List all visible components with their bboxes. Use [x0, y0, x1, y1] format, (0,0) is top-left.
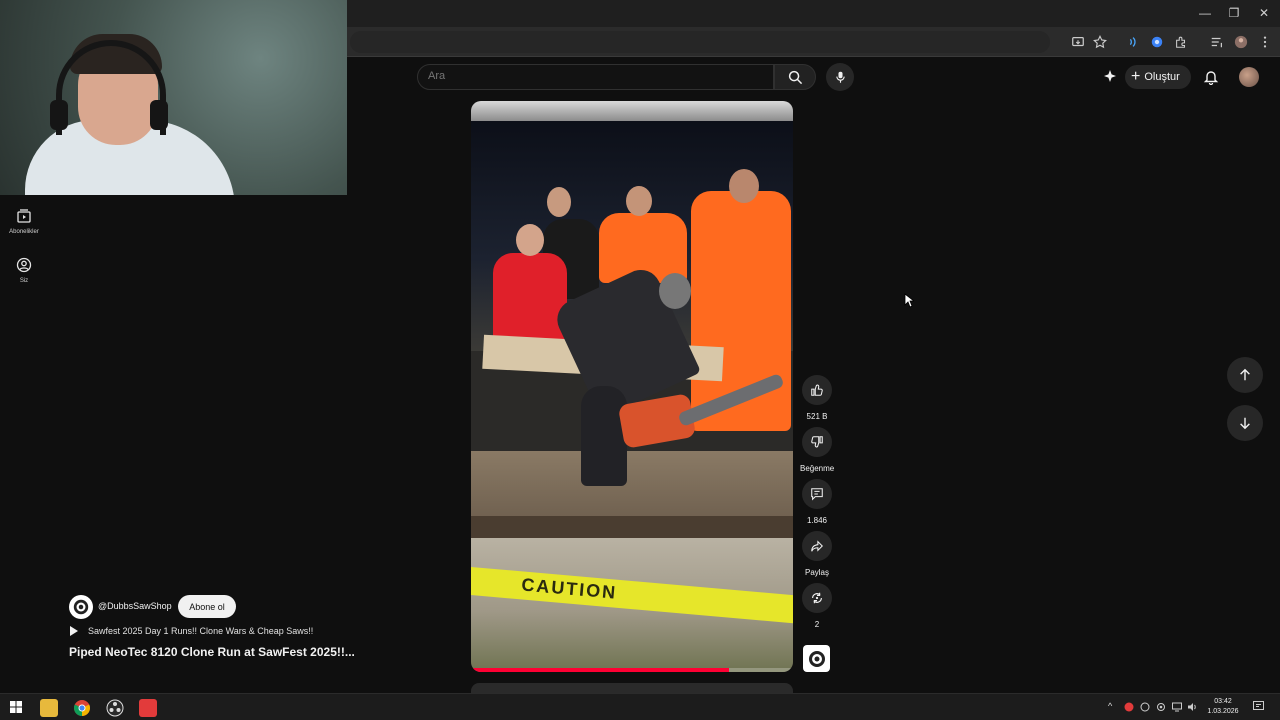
share-action[interactable]: Paylaş — [800, 531, 834, 577]
profile-avatar-icon[interactable] — [1232, 33, 1250, 51]
sidebar-item-label: Abonelikler — [9, 229, 39, 235]
scene-spectator-red — [493, 253, 567, 343]
scene-spectator-head — [729, 169, 759, 203]
notification-center-icon[interactable] — [1253, 701, 1264, 712]
scene-spectator-head — [516, 224, 544, 256]
scene-operator-legs — [581, 386, 627, 486]
media-queue-icon[interactable] — [1208, 33, 1226, 51]
comments-button[interactable] — [802, 479, 832, 509]
like-button[interactable] — [802, 375, 832, 405]
channel-handle[interactable]: @DubbsSawShop — [98, 601, 172, 611]
create-label: Oluştur — [1144, 71, 1180, 83]
scene-deck-edge — [471, 516, 793, 538]
channel-logo-icon — [73, 599, 89, 615]
microphone-icon — [835, 71, 845, 83]
remix-action[interactable]: 2 — [800, 583, 834, 629]
search-button[interactable] — [774, 64, 816, 90]
video-title[interactable]: Piped NeoTec 8120 Clone Run at SawFest 2… — [69, 645, 355, 659]
sidebar-item-you[interactable]: Siz — [0, 257, 48, 284]
tray-record-icon[interactable] — [1124, 702, 1134, 712]
comment-icon — [811, 488, 823, 501]
remix-icon — [812, 592, 822, 604]
restore-button[interactable]: ❐ — [1219, 5, 1249, 21]
ai-sparkle-icon[interactable] — [1099, 66, 1121, 88]
play-icon — [70, 626, 78, 636]
webcam-headset-ear-left — [50, 100, 68, 130]
subscriptions-icon — [17, 209, 31, 223]
search-box[interactable] — [417, 64, 774, 90]
voice-search-button[interactable] — [826, 63, 854, 91]
comment-count: 1.846 — [806, 516, 828, 525]
like-count: 521 B — [806, 412, 828, 421]
caution-tape-text: CAUTION — [520, 574, 619, 603]
tray-settings-icon[interactable] — [1156, 702, 1166, 712]
share-arrow-icon — [811, 540, 823, 552]
tray-app-icon[interactable] — [1140, 702, 1150, 712]
share-label: Paylaş — [804, 568, 829, 577]
network-icon[interactable] — [1172, 702, 1182, 712]
clock-time: 03:42 — [1214, 698, 1232, 705]
subscribe-button[interactable]: Abone ol — [178, 595, 236, 618]
plus-icon: + — [1131, 68, 1141, 85]
webcam-overlay — [0, 0, 347, 195]
channel-avatar[interactable] — [69, 595, 93, 619]
volume-icon[interactable] — [1187, 702, 1198, 712]
windows-start-icon[interactable] — [10, 701, 22, 713]
read-aloud-icon[interactable] — [1124, 33, 1142, 51]
shorts-video-player[interactable]: CAUTION — [471, 101, 793, 672]
search-icon — [788, 70, 802, 84]
thumbs-down-icon — [811, 436, 823, 448]
scene-operator-head — [659, 273, 691, 309]
chrome-icon[interactable] — [73, 699, 91, 717]
sidebar-item-label: Siz — [19, 278, 29, 284]
obs-icon[interactable] — [106, 699, 124, 717]
dislike-button[interactable] — [802, 427, 832, 457]
scene-deck — [471, 451, 793, 521]
system-clock[interactable]: 03:42 1.03.2026 — [1200, 697, 1246, 717]
windows-taskbar: ^ 03:42 1.03.2026 — [0, 693, 1280, 720]
create-button[interactable]: + Oluştur — [1125, 65, 1191, 89]
arrow-down-icon — [1240, 417, 1250, 430]
minimize-button[interactable]: — — [1190, 5, 1220, 21]
mouse-cursor-icon — [904, 293, 914, 308]
scene-spectator-head — [626, 186, 652, 216]
dislike-action[interactable]: Beğenme — [800, 427, 834, 473]
clock-date: 1.03.2026 — [1207, 708, 1239, 715]
like-action[interactable]: 521 B — [800, 375, 834, 421]
address-field[interactable] — [350, 31, 1050, 53]
remix-button[interactable] — [802, 583, 832, 613]
share-button[interactable] — [802, 531, 832, 561]
video-progress-fill — [471, 668, 729, 672]
close-window-button[interactable]: ✕ — [1249, 5, 1279, 21]
remix-count: 2 — [814, 620, 820, 629]
sidebar-item-subscriptions[interactable]: Abonelikler — [0, 208, 48, 235]
extension-blue-icon[interactable] — [1148, 33, 1166, 51]
you-icon — [16, 257, 32, 273]
channel-thumbnail[interactable] — [803, 645, 830, 672]
comments-action[interactable]: 1.846 — [800, 479, 834, 525]
arrow-up-icon — [1240, 368, 1250, 381]
browser-menu-icon[interactable] — [1256, 33, 1274, 51]
account-avatar[interactable] — [1239, 67, 1259, 87]
playlist-title: Sawfest 2025 Day 1 Runs!! Clone Wars & C… — [88, 626, 314, 636]
install-app-icon[interactable] — [1069, 33, 1087, 51]
channel-logo-icon — [808, 650, 825, 667]
playlist-link[interactable]: Sawfest 2025 Day 1 Runs!! Clone Wars & C… — [70, 626, 313, 636]
webcam-headset-ear-right — [150, 100, 168, 130]
thumbs-up-icon — [811, 384, 823, 396]
video-progress-bar[interactable] — [471, 668, 793, 672]
extensions-puzzle-icon[interactable] — [1172, 33, 1190, 51]
dislike-label: Beğenme — [800, 464, 835, 473]
file-explorer-icon[interactable] — [40, 699, 58, 717]
bookmark-star-icon[interactable] — [1091, 33, 1109, 51]
tray-chevron-icon[interactable]: ^ — [1108, 701, 1112, 711]
scene-roof — [471, 101, 793, 121]
notifications-bell-icon[interactable] — [1200, 66, 1222, 88]
next-short-button[interactable] — [1227, 405, 1263, 441]
search-input[interactable] — [428, 70, 748, 82]
scene-spectator-head — [547, 187, 571, 217]
previous-short-button[interactable] — [1227, 357, 1263, 393]
red-app-icon[interactable] — [139, 699, 157, 717]
